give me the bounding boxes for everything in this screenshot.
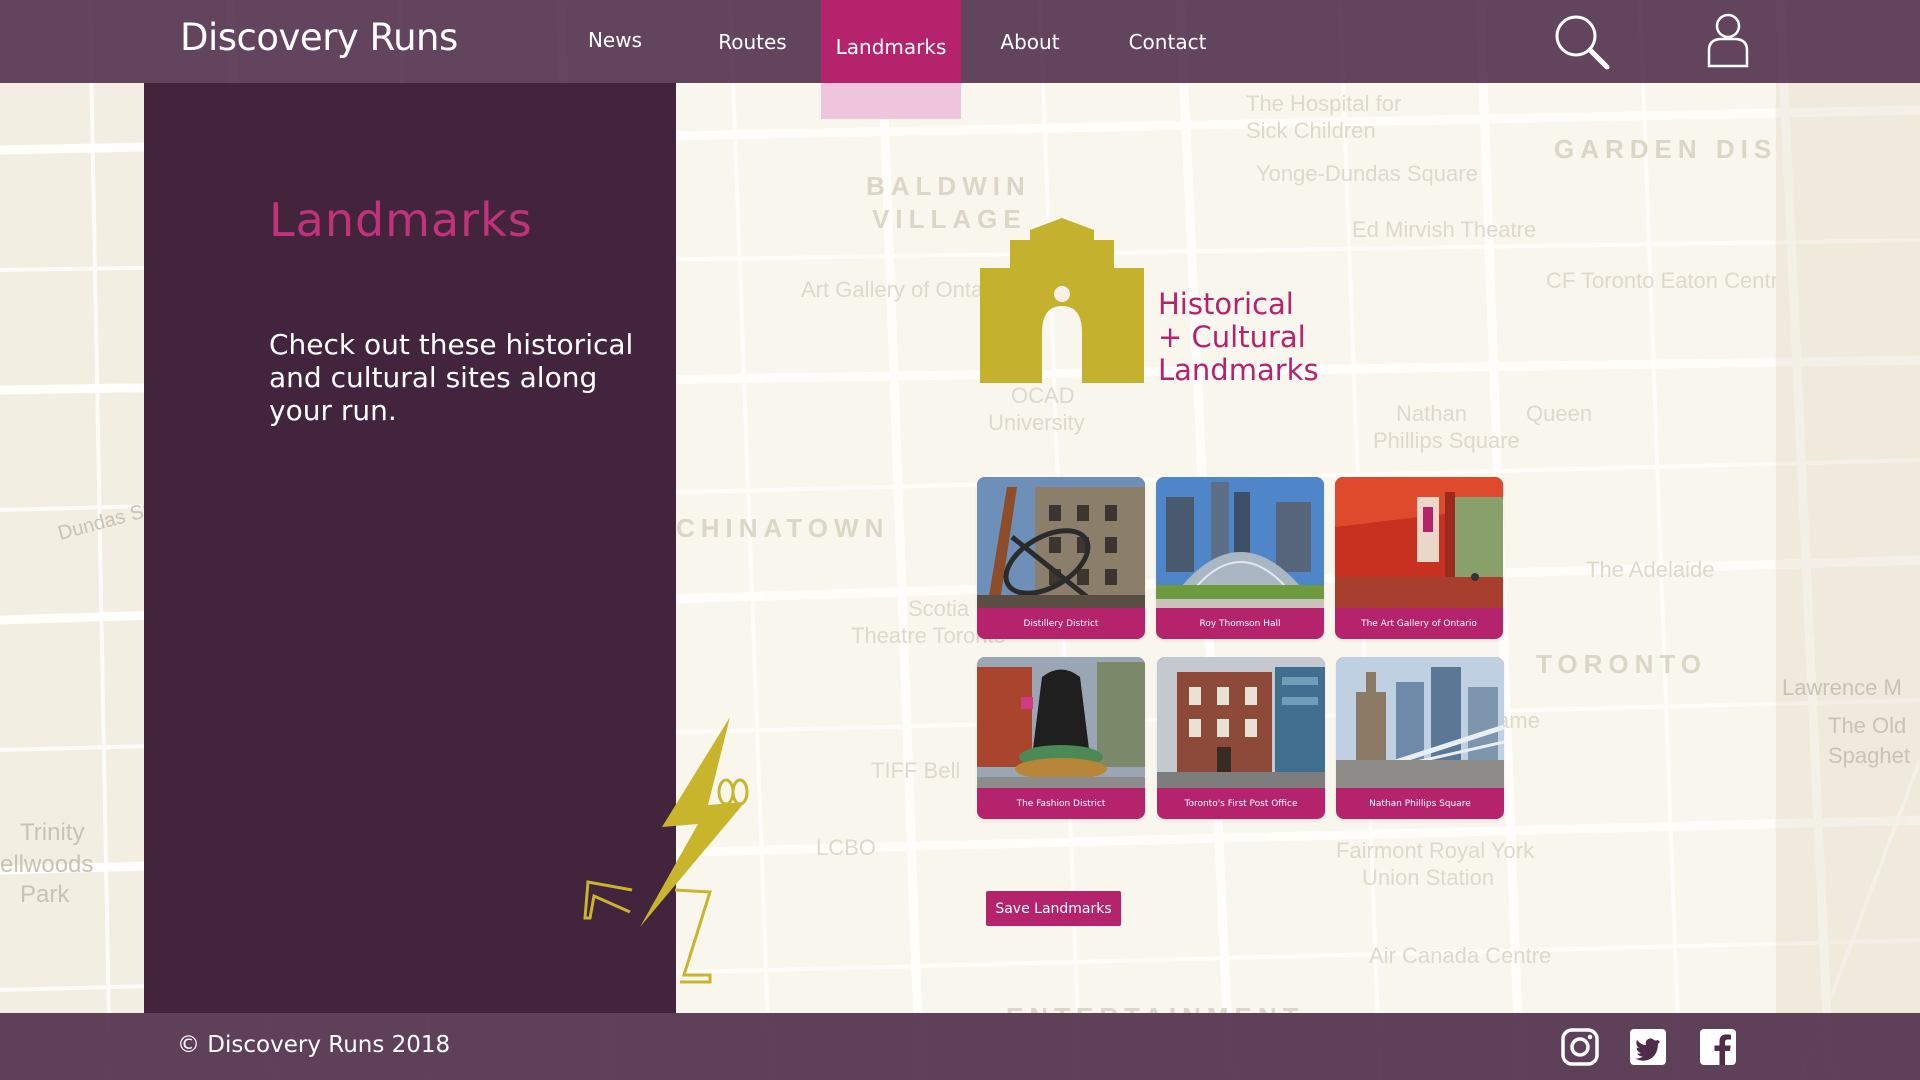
map-label-hospital: The Hospital for — [1246, 91, 1401, 116]
landmark-card-label: The Fashion District — [1016, 798, 1106, 809]
map-label-garden-district: GARDEN DISTRICT — [1554, 134, 1776, 164]
search-icon[interactable] — [1552, 12, 1612, 72]
landmark-card-fashion-district[interactable]: The Fashion District — [977, 657, 1145, 819]
logo-text-line2: + Cultural — [1158, 320, 1306, 354]
map-label-entertainment: ENTERTAINMENT — [1006, 1002, 1305, 1013]
page-description: Check out these historical and cultural … — [269, 328, 634, 427]
map-label-union: Union Station — [1362, 865, 1494, 890]
nav-about-label: About — [1000, 29, 1060, 54]
map-label-tiff: TIFF Bell — [871, 758, 960, 783]
map-label-ago: Art Gallery of Ontario — [801, 277, 1008, 302]
copyright-text: © Discovery Runs 2018 — [177, 1032, 451, 1058]
facebook-icon[interactable] — [1698, 1027, 1738, 1067]
landmark-photo — [977, 477, 1145, 608]
footer: © Discovery Runs 2018 — [0, 1013, 1920, 1080]
map-label-bellwoods: ellwoods — [0, 851, 93, 878]
nav-news-label: News — [587, 27, 643, 52]
landmark-card-label: Toronto's First Post Office — [1184, 798, 1298, 809]
logo-text: Historical + Cultural Landmarks — [1158, 288, 1319, 387]
landmark-card-label: Roy Thomson Hall — [1199, 618, 1281, 629]
map-label-fairmont: Fairmont Royal York — [1336, 838, 1535, 863]
map-label-ocad: OCAD — [1011, 383, 1075, 408]
page-title: Landmarks — [269, 193, 533, 247]
landmark-card-roy-thomson-hall[interactable]: Roy Thomson Hall — [1156, 477, 1324, 639]
logo-text-line3: Landmarks — [1158, 353, 1319, 387]
nav-contact[interactable]: Contact — [1115, 0, 1220, 83]
nav-news[interactable]: News — [570, 0, 660, 81]
nav-active-indicator — [821, 83, 961, 119]
map-label-yonge: Yonge-Dundas Square — [1256, 161, 1478, 186]
map-label-baldwin: BALDWIN — [866, 171, 1031, 201]
landmark-photo — [1336, 657, 1504, 788]
map-label-mirvish: Ed Mirvish Theatre — [1352, 217, 1536, 242]
nav-about[interactable]: About — [985, 0, 1075, 83]
map-label-trinity: Trinity — [20, 819, 84, 846]
landmark-photo — [1156, 477, 1324, 608]
map-label-lcbo: LCBO — [816, 835, 876, 860]
lightning-mascot-icon — [583, 717, 749, 984]
landmark-photo — [1335, 477, 1503, 608]
landmark-card-distillery[interactable]: Distillery District — [977, 477, 1145, 639]
landmark-photo — [1157, 657, 1325, 788]
landmark-card-first-post-office[interactable]: Toronto's First Post Office — [1157, 657, 1325, 819]
nav-landmarks-label: Landmarks — [835, 35, 947, 59]
instagram-icon[interactable] — [1560, 1027, 1600, 1067]
map-label-park: Park — [20, 881, 70, 908]
map-label-chinatown: CHINATOWN — [676, 513, 889, 543]
map-label-queen: Queen — [1526, 401, 1592, 426]
user-icon[interactable] — [1706, 12, 1750, 68]
top-header: Discovery Runs News Routes Landmarks Abo… — [0, 0, 1920, 119]
map-label-hospital2: Sick Children — [1246, 118, 1376, 143]
save-landmarks-button[interactable]: Save Landmarks — [986, 891, 1121, 926]
map-label-eaton: CF Toronto Eaton Centre — [1546, 268, 1776, 293]
map-label-nathan2: Phillips Square — [1373, 428, 1520, 453]
map-label-toronto: TORONTO — [1536, 649, 1707, 679]
landmark-card-label: Distillery District — [1023, 618, 1099, 629]
landmark-card-label: The Art Gallery of Ontario — [1361, 618, 1477, 629]
brand-logo[interactable]: Discovery Runs — [180, 16, 458, 59]
map-label-lawrence: Lawrence M — [1782, 675, 1902, 700]
landmark-card-nathan-phillips[interactable]: Nathan Phillips Square — [1336, 657, 1504, 819]
landmark-card-art-gallery[interactable]: The Art Gallery of Ontario — [1335, 477, 1503, 639]
landmark-card-label: Nathan Phillips Square — [1369, 798, 1471, 809]
landmark-building-icon — [980, 218, 1144, 383]
map-label-spaghetti: The Old — [1828, 713, 1906, 738]
map-label-adelaide: The Adelaide — [1586, 557, 1714, 582]
map-label-aircanada: Air Canada Centre — [1369, 943, 1551, 968]
nav-routes[interactable]: Routes — [705, 0, 800, 83]
logo-text-line1: Historical — [1158, 287, 1294, 321]
map-label-nathan: Nathan — [1396, 401, 1467, 426]
map-label-spaghetti2: Spaghet — [1828, 743, 1910, 768]
map-label-ocad2: University — [988, 410, 1085, 435]
nav-routes-label: Routes — [718, 29, 787, 54]
nav-contact-label: Contact — [1128, 29, 1207, 54]
landmark-photo — [977, 657, 1145, 788]
map-label-scotia: Scotia — [908, 596, 970, 621]
twitter-icon[interactable] — [1628, 1027, 1668, 1067]
